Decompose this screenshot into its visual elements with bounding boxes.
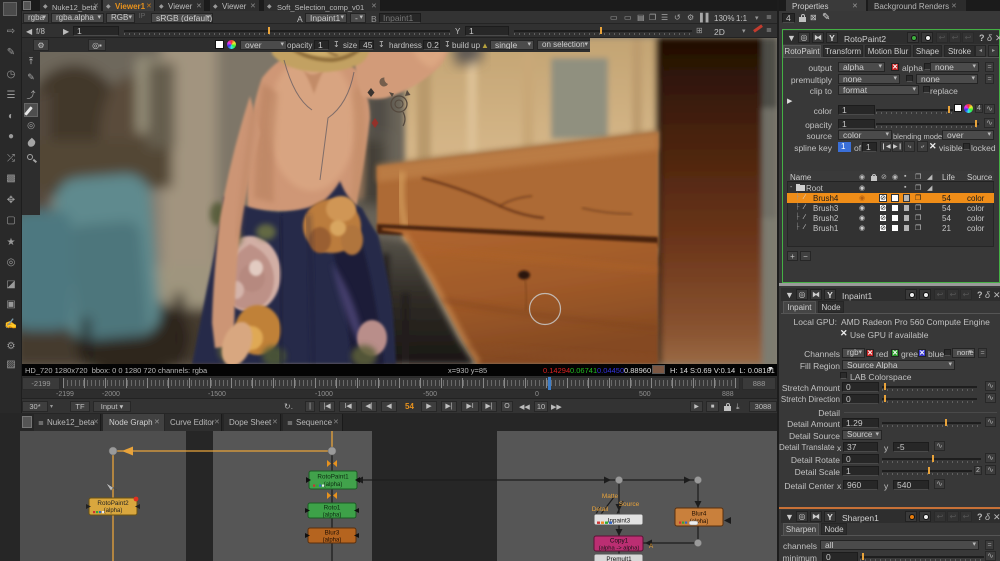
svg-text:(alpha): (alpha) [323, 513, 342, 519]
svg-text:(alpha): (alpha) [324, 482, 343, 488]
svg-text:Source: Source [619, 501, 640, 508]
svg-text:Blur3: Blur3 [325, 530, 340, 537]
svg-text:RotoPaint2: RotoPaint2 [97, 500, 129, 507]
svg-text:(alpha): (alpha) [323, 538, 342, 544]
svg-text:Matte: Matte [602, 493, 619, 500]
svg-text:Detail: Detail [592, 506, 609, 513]
svg-text:Blur4: Blur4 [692, 511, 707, 518]
svg-text:Roto1: Roto1 [324, 505, 341, 512]
svg-text:A: A [649, 543, 654, 550]
svg-text:Premult1: Premult1 [606, 556, 632, 561]
svg-text:RotoPaint1: RotoPaint1 [317, 474, 349, 481]
svg-text:(alpha): (alpha) [104, 508, 123, 514]
svg-text:(alpha -> alpha): (alpha -> alpha) [599, 546, 640, 552]
svg-text:Copy1: Copy1 [610, 538, 629, 545]
